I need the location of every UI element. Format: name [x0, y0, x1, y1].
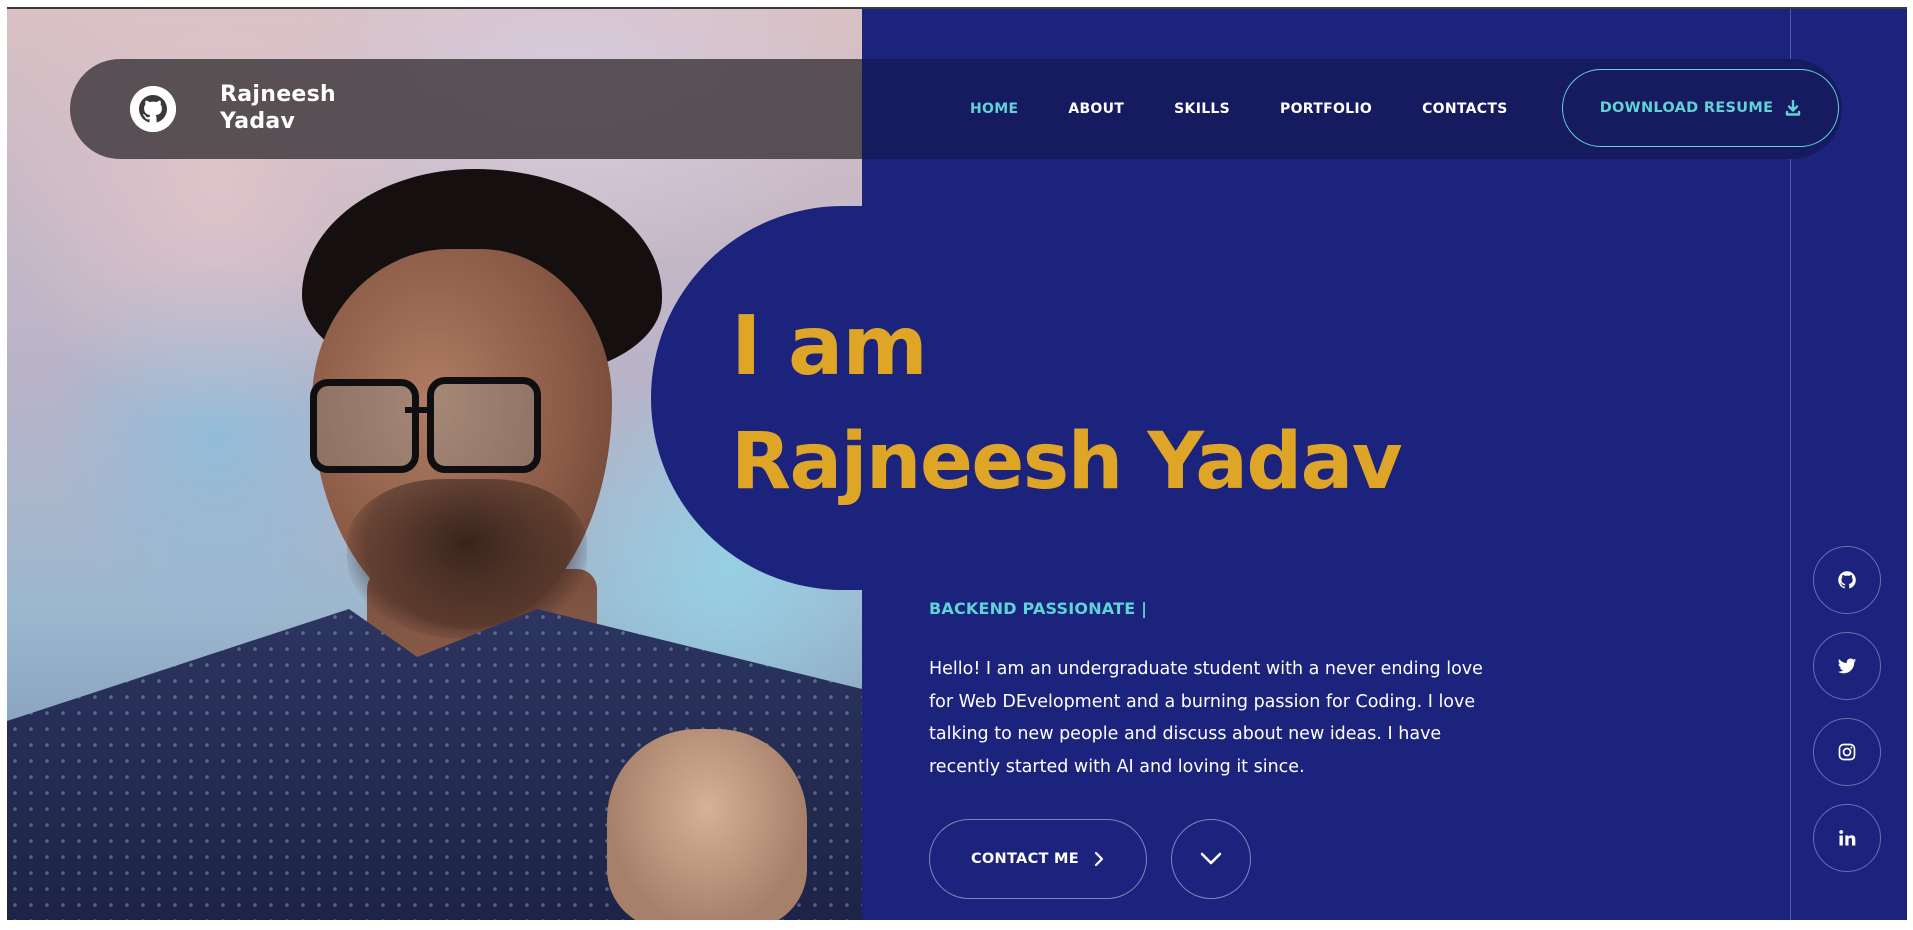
github-icon: [1838, 571, 1856, 589]
contact-me-label: CONTACT ME: [970, 851, 1079, 867]
instagram-icon: [1838, 743, 1856, 761]
hero-bio: Hello! I am an undergraduate student wit…: [929, 659, 1483, 777]
chevron-right-icon: [1094, 851, 1104, 867]
brand-name[interactable]: Rajneesh Yadav: [220, 81, 380, 135]
nav-portfolio[interactable]: PORTFOLIO: [1280, 101, 1372, 117]
main-nav: HOME ABOUT SKILLS PORTFOLIO CONTACTS: [970, 59, 1558, 159]
page: Rajneesh Yadav HOME ABOUT SKILLS PORTFOL…: [7, 7, 1907, 920]
social-twitter-button[interactable]: [1813, 632, 1881, 700]
nav-home[interactable]: HOME: [970, 101, 1018, 117]
site-header: Rajneesh Yadav HOME ABOUT SKILLS PORTFOL…: [70, 59, 1842, 159]
hero-name: Rajneesh Yadav: [731, 417, 1403, 507]
twitter-icon: [1837, 658, 1857, 674]
linkedin-icon: [1839, 830, 1856, 846]
nav-contacts[interactable]: CONTACTS: [1422, 101, 1508, 117]
social-linkedin-button[interactable]: [1813, 804, 1881, 872]
hero-half-circle: [651, 206, 1073, 590]
social-instagram-button[interactable]: [1813, 718, 1881, 786]
download-resume-label: DOWNLOAD RESUME: [1599, 100, 1774, 116]
scroll-down-button[interactable]: [1171, 819, 1251, 899]
brand-name-last: Yadav: [220, 109, 296, 134]
download-icon: [1786, 100, 1801, 116]
social-github-button[interactable]: [1813, 546, 1881, 614]
contact-me-button[interactable]: CONTACT ME: [929, 819, 1147, 899]
hero-intro: I am: [731, 299, 928, 394]
github-icon[interactable]: [130, 86, 176, 132]
nav-skills[interactable]: SKILLS: [1174, 101, 1230, 117]
download-resume-button[interactable]: DOWNLOAD RESUME: [1562, 69, 1839, 147]
hero-tagline: BACKEND PASSIONATE |: [929, 599, 1148, 618]
chevron-down-icon: [1200, 852, 1222, 865]
brand-name-first: Rajneesh: [220, 82, 336, 107]
nav-about[interactable]: ABOUT: [1068, 101, 1124, 117]
